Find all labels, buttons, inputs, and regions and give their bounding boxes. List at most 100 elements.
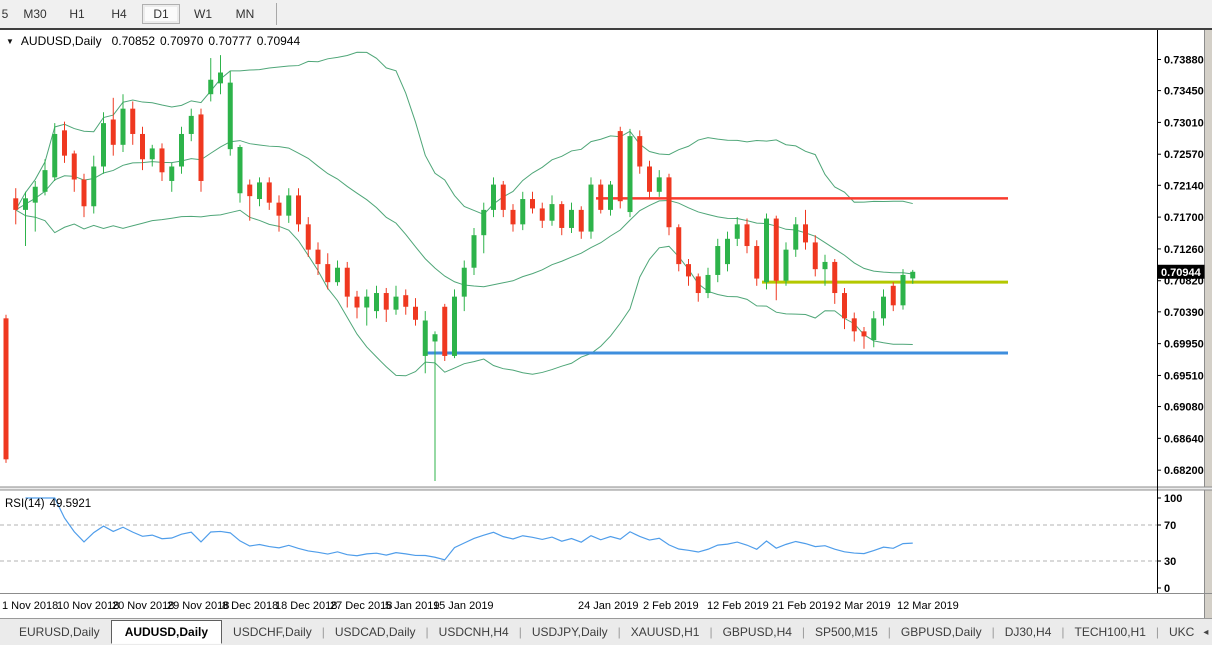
timeframe-button-m30[interactable]: M30 xyxy=(16,4,54,24)
candle-body xyxy=(355,297,360,308)
candle-body xyxy=(637,136,642,166)
candle-body xyxy=(764,219,769,283)
tab-scroll-controls: ◂▸ xyxy=(1203,627,1212,638)
price-axis-label: 0.71260 xyxy=(1164,244,1204,256)
price-axis-label: 0.71700 xyxy=(1164,212,1204,224)
timeframe-button-5[interactable]: 5 xyxy=(0,4,12,24)
candle-body xyxy=(335,268,340,282)
candle-body xyxy=(52,134,57,177)
candle-body xyxy=(208,80,213,94)
candle-body xyxy=(559,204,564,228)
price-axis-label: 0.68200 xyxy=(1164,465,1204,477)
timeframe-button-d1[interactable]: D1 xyxy=(142,4,180,24)
candle-body xyxy=(160,148,165,172)
time-axis-label: 27 Dec 2018 xyxy=(330,600,392,612)
candle-body xyxy=(91,167,96,207)
candle-body xyxy=(628,136,633,212)
candle-body xyxy=(901,275,906,305)
timeframe-button-mn[interactable]: MN xyxy=(226,4,264,24)
candle-body xyxy=(345,268,350,297)
ohlc-open: 0.70852 xyxy=(112,34,155,48)
time-axis-label: 15 Jan 2019 xyxy=(433,600,494,612)
candle-body xyxy=(442,307,447,356)
ohlc-close: 0.70944 xyxy=(257,34,300,48)
chart-tab-usdjpy-daily[interactable]: USDJPY,Daily xyxy=(523,620,617,644)
price-chart-canvas[interactable]: 0.738800.734500.730100.725700.721400.717… xyxy=(0,30,1212,618)
candle-body xyxy=(735,224,740,238)
symbol-dropdown-arrow-icon[interactable]: ▼ xyxy=(6,37,14,46)
ohlc-low: 0.70777 xyxy=(208,34,251,48)
candle-body xyxy=(238,147,243,193)
candle-body xyxy=(228,83,233,150)
chart-tab-xauusd-h1[interactable]: XAUUSD,H1 xyxy=(622,620,709,644)
candle-body xyxy=(774,219,779,281)
time-axis-label: 20 Nov 2018 xyxy=(112,600,174,612)
chart-tab-gbpusd-h4[interactable]: GBPUSD,H4 xyxy=(714,620,801,644)
timeframe-toolbar: 5M30H1H4D1W1MN xyxy=(0,0,1212,30)
candle-body xyxy=(72,153,77,179)
timeframe-button-h4[interactable]: H4 xyxy=(100,4,138,24)
candle-body xyxy=(374,293,379,311)
candle-body xyxy=(257,182,262,199)
candle-body xyxy=(832,262,837,293)
chart-tab-eurusd-daily[interactable]: EURUSD,Daily xyxy=(10,620,109,644)
candle-body xyxy=(121,109,126,145)
candle-body xyxy=(657,177,662,191)
candle-body xyxy=(598,185,603,210)
candle-body xyxy=(618,131,623,201)
candle-body xyxy=(403,295,408,307)
rsi-axis-label: 30 xyxy=(1164,556,1176,568)
candle-body xyxy=(491,185,496,210)
candle-body xyxy=(706,275,711,293)
price-axis-label: 0.68640 xyxy=(1164,433,1204,445)
candle-body xyxy=(745,224,750,246)
chart-title: ▼ AUDUSD,Daily 0.70852 0.70970 0.70777 0… xyxy=(6,34,305,48)
candle-body xyxy=(725,239,730,264)
price-axis-label: 0.73450 xyxy=(1164,86,1204,98)
candle-body xyxy=(462,268,467,297)
candle-body xyxy=(23,198,28,210)
tab-scroll-left-icon[interactable]: ◂ xyxy=(1203,627,1208,638)
candle-body xyxy=(676,227,681,264)
chart-tab-tech100-h1[interactable]: TECH100,H1 xyxy=(1066,620,1155,644)
candle-body xyxy=(501,185,506,210)
candle-body xyxy=(267,182,272,202)
candle-body xyxy=(384,293,389,310)
candle-body xyxy=(218,73,223,84)
chart-tab-ukc[interactable]: UKC xyxy=(1160,620,1203,644)
chart-tab-usdcnh-h4[interactable]: USDCNH,H4 xyxy=(430,620,518,644)
candle-body xyxy=(589,185,594,232)
time-axis-label: 2 Mar 2019 xyxy=(835,600,891,612)
price-axis-label: 0.73010 xyxy=(1164,117,1204,129)
toolbar-separator xyxy=(276,3,277,25)
chart-tab-usdcad-daily[interactable]: USDCAD,Daily xyxy=(326,620,425,644)
candle-body xyxy=(696,276,701,293)
chart-background xyxy=(0,30,1212,618)
candle-body xyxy=(784,250,789,281)
rsi-axis-label: 100 xyxy=(1164,493,1182,505)
time-axis-label: 5 Jan 2019 xyxy=(385,600,439,612)
chart-tab-sp500-m15[interactable]: SP500,M15 xyxy=(806,620,887,644)
chart-tabs-bar: EURUSD,DailyAUDUSD,DailyUSDCHF,Daily|USD… xyxy=(0,618,1212,645)
candle-body xyxy=(715,246,720,275)
chart-tab-audusd-daily[interactable]: AUDUSD,Daily xyxy=(111,620,222,644)
chart-tab-usdchf-daily[interactable]: USDCHF,Daily xyxy=(224,620,321,644)
candle-body xyxy=(306,224,311,249)
candle-body xyxy=(179,134,184,167)
candle-body xyxy=(910,272,915,279)
candle-body xyxy=(140,134,145,159)
candle-body xyxy=(871,318,876,340)
chart-tab-dj30-h4[interactable]: DJ30,H4 xyxy=(996,620,1061,644)
chart-tab-gbpusd-daily[interactable]: GBPUSD,Daily xyxy=(892,620,991,644)
candle-body xyxy=(481,210,486,235)
price-axis-label: 0.69950 xyxy=(1164,339,1204,351)
candle-body xyxy=(247,185,252,197)
candle-body xyxy=(862,331,867,336)
candle-body xyxy=(394,297,399,310)
rsi-axis-label: 70 xyxy=(1164,520,1176,532)
timeframe-button-h1[interactable]: H1 xyxy=(58,4,96,24)
candle-body xyxy=(530,199,535,208)
rsi-axis-label: 0 xyxy=(1164,583,1170,595)
candle-body xyxy=(150,148,155,159)
timeframe-button-w1[interactable]: W1 xyxy=(184,4,222,24)
